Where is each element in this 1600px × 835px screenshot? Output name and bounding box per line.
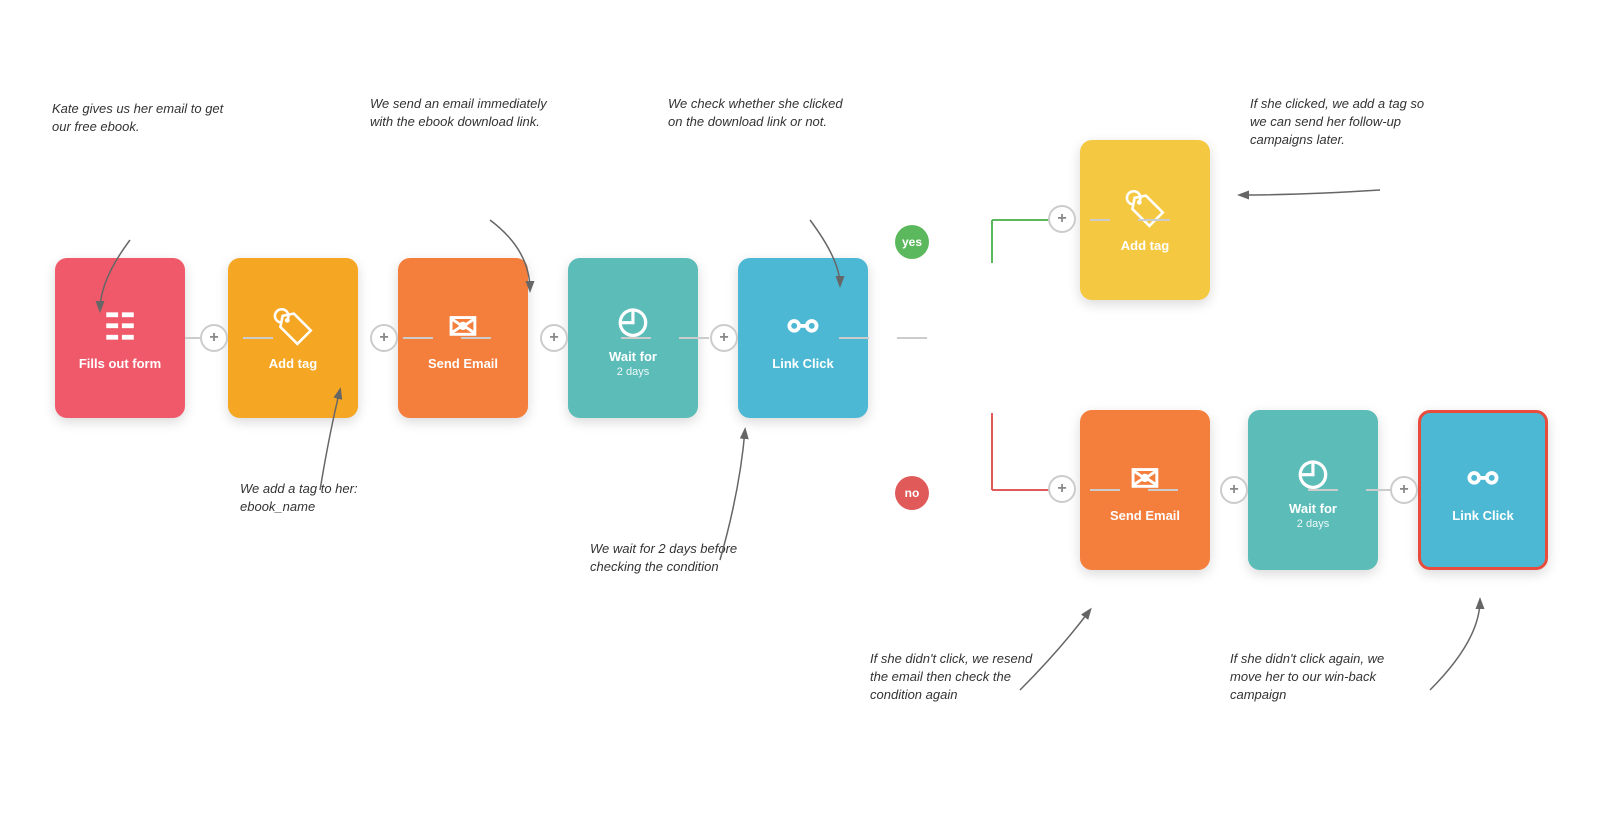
card-add-tag-1[interactable]: 🏷 Add tag — [228, 258, 358, 418]
annotation-4: If she clicked, we add a tag so we can s… — [1250, 95, 1430, 150]
card-send-email-1[interactable]: ✉ Send Email — [398, 258, 528, 418]
card-add-tag-label-2: Add tag — [1121, 238, 1169, 253]
card-send-email-label-2: Send Email — [1110, 508, 1180, 523]
annotation-8: If she didn't click again, we move her t… — [1230, 650, 1410, 705]
tag-icon-2: 🏷 — [1122, 188, 1168, 230]
card-wait-label-2: Wait for — [1289, 501, 1337, 516]
card-send-email-label-1: Send Email — [428, 356, 498, 371]
card-add-tag-2[interactable]: 🏷 Add tag — [1080, 140, 1210, 300]
card-wait-for-1[interactable]: ◴ Wait for 2 days — [568, 258, 698, 418]
card-link-click-label-2: Link Click — [1452, 508, 1513, 523]
clock-icon-2: ◴ — [1297, 451, 1328, 493]
connector-no[interactable]: + — [1048, 475, 1076, 503]
connector-yes[interactable]: + — [1048, 205, 1076, 233]
tag-icon-1: 🏷 — [270, 306, 316, 348]
card-link-click-1[interactable]: ⚯ Link Click — [738, 258, 868, 418]
clock-icon-1: ◴ — [617, 299, 648, 341]
annotation-5: We add a tag to her: ebook_name — [240, 480, 420, 516]
card-link-click-2[interactable]: ⚯ Link Click — [1418, 410, 1548, 570]
annotation-6: We wait for 2 days before checking the c… — [590, 540, 770, 576]
annotation-2: We send an email immediately with the eb… — [370, 95, 550, 131]
workflow-canvas: Kate gives us her email to get our free … — [0, 0, 1600, 835]
email-icon-2: ✉ — [1130, 458, 1160, 500]
badge-yes: yes — [895, 225, 929, 259]
connector-2[interactable]: + — [370, 324, 398, 352]
card-link-click-label-1: Link Click — [772, 356, 833, 371]
email-icon-1: ✉ — [448, 306, 478, 348]
card-fills-out-form[interactable]: ☷ Fills out form — [55, 258, 185, 418]
card-wait-for-2[interactable]: ◴ Wait for 2 days — [1248, 410, 1378, 570]
connector-4[interactable]: + — [710, 324, 738, 352]
link-icon-1: ⚯ — [788, 306, 818, 348]
card-fills-label: Fills out form — [79, 356, 161, 371]
annotation-1: Kate gives us her email to get our free … — [52, 100, 232, 136]
connector-6[interactable]: + — [1390, 476, 1418, 504]
annotation-3: We check whether she clicked on the down… — [668, 95, 848, 131]
connector-5[interactable]: + — [1220, 476, 1248, 504]
card-wait-sublabel-2: 2 days — [1297, 518, 1329, 530]
card-send-email-2[interactable]: ✉ Send Email — [1080, 410, 1210, 570]
link-icon-2: ⚯ — [1468, 458, 1498, 500]
annotation-7: If she didn't click, we resend the email… — [870, 650, 1050, 705]
form-icon: ☷ — [104, 306, 136, 348]
connector-1[interactable]: + — [200, 324, 228, 352]
card-wait-label-1: Wait for — [609, 349, 657, 364]
card-add-tag-label-1: Add tag — [269, 356, 317, 371]
connector-3[interactable]: + — [540, 324, 568, 352]
card-wait-sublabel-1: 2 days — [617, 366, 649, 378]
badge-no: no — [895, 476, 929, 510]
